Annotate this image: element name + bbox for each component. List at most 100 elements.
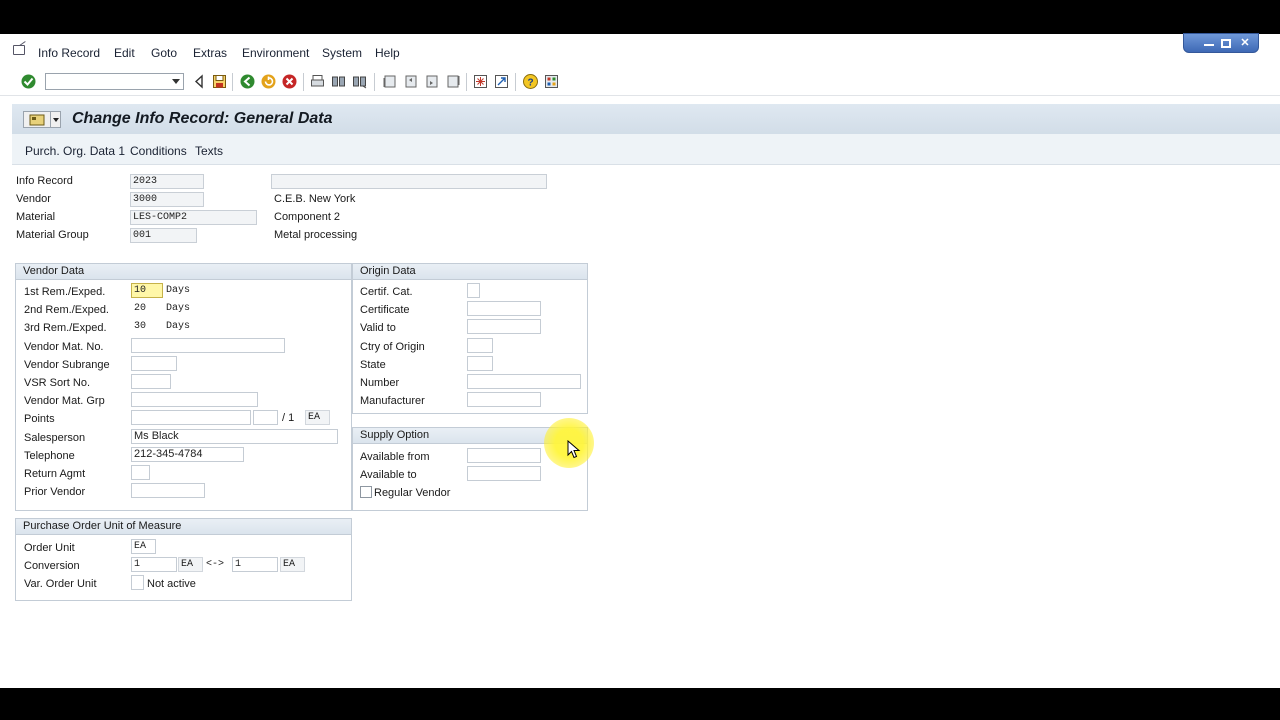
origin-data-header: Origin Data xyxy=(353,264,587,280)
cancel-icon[interactable] xyxy=(282,74,297,89)
rem1-field[interactable]: 10 xyxy=(131,283,163,298)
prior-vendor-field[interactable] xyxy=(131,483,205,498)
conditions-button[interactable]: Conditions xyxy=(130,144,187,158)
vendor-mat-no-field[interactable] xyxy=(131,338,285,353)
points-per-quantity: / 1 xyxy=(282,412,295,424)
manufacturer-field[interactable] xyxy=(467,392,541,407)
menu-environment[interactable]: Environment xyxy=(242,46,309,60)
available-to-field[interactable] xyxy=(467,466,541,481)
enter-icon[interactable] xyxy=(21,74,36,89)
rem1-unit: Days xyxy=(166,285,191,296)
first-page-icon[interactable] xyxy=(382,74,397,89)
find-icon[interactable] xyxy=(331,74,346,89)
command-field[interactable] xyxy=(45,73,184,90)
restore-icon[interactable] xyxy=(1221,39,1231,48)
salesperson-field[interactable]: Ms Black xyxy=(131,429,338,444)
material-group-label: Material Group xyxy=(16,229,89,241)
green-back-icon[interactable] xyxy=(240,74,255,89)
order-unit-field[interactable]: EA xyxy=(131,539,156,554)
customize-layout-icon[interactable] xyxy=(544,74,559,89)
rem3-label: 3rd Rem./Exped. xyxy=(24,322,107,334)
screen-title-bar: Change Info Record: General Data xyxy=(12,104,1280,134)
previous-page-icon[interactable] xyxy=(403,74,418,89)
ctry-of-origin-label: Ctry of Origin xyxy=(360,341,425,353)
info-record-description-field xyxy=(271,174,547,189)
vsr-sort-no-field[interactable] xyxy=(131,374,171,389)
ctry-of-origin-field[interactable] xyxy=(467,338,493,353)
last-page-icon[interactable] xyxy=(445,74,460,89)
order-unit-label: Order Unit xyxy=(24,542,75,554)
number-field[interactable] xyxy=(467,374,581,389)
vsr-sort-no-label: VSR Sort No. xyxy=(24,377,91,389)
back-arrow-icon[interactable] xyxy=(192,74,207,89)
page-title: Change Info Record: General Data xyxy=(72,110,333,127)
menu-info-record[interactable]: Info Record xyxy=(38,46,100,60)
valid-to-field[interactable] xyxy=(467,319,541,334)
certif-cat-field[interactable] xyxy=(467,283,480,298)
minimize-icon[interactable] xyxy=(1204,37,1214,46)
close-icon[interactable]: ✕ xyxy=(1239,38,1251,49)
points-unit: EA xyxy=(305,410,330,425)
toolbar-separator xyxy=(232,73,233,91)
toolbar-separator xyxy=(466,73,467,91)
conversion-denominator-field[interactable]: 1 xyxy=(232,557,278,572)
menu-extras[interactable]: Extras xyxy=(193,46,227,60)
conversion-base-unit: EA xyxy=(280,557,305,572)
menu-help[interactable]: Help xyxy=(375,46,400,60)
menu-goto[interactable]: Goto xyxy=(151,46,177,60)
var-order-unit-field[interactable] xyxy=(131,575,144,590)
rem3-field[interactable]: 30 xyxy=(131,319,163,334)
regular-vendor-checkbox[interactable] xyxy=(360,486,372,498)
rem2-unit: Days xyxy=(166,303,191,314)
manufacturer-label: Manufacturer xyxy=(360,395,425,407)
points-field[interactable] xyxy=(131,410,251,425)
points-label: Points xyxy=(24,413,55,425)
valid-to-label: Valid to xyxy=(360,322,396,334)
svg-text:?: ? xyxy=(527,78,533,89)
print-icon[interactable] xyxy=(310,74,325,89)
conversion-label: Conversion xyxy=(24,560,80,572)
vendor-mat-grp-field[interactable] xyxy=(131,392,258,407)
vendor-data-header: Vendor Data xyxy=(16,264,351,280)
window-controls: ✕ xyxy=(1183,33,1259,53)
available-from-label: Available from xyxy=(360,451,430,463)
next-page-icon[interactable] xyxy=(424,74,439,89)
vendor-subrange-field[interactable] xyxy=(131,356,177,371)
material-field: LES-COMP2 xyxy=(130,210,257,225)
help-icon[interactable]: ? xyxy=(523,74,538,89)
rem2-label: 2nd Rem./Exped. xyxy=(24,304,109,316)
available-from-field[interactable] xyxy=(467,448,541,463)
application-toolbar: Purch. Org. Data 1 Conditions Texts xyxy=(12,134,1280,165)
exit-icon[interactable] xyxy=(261,74,276,89)
salesperson-label: Salesperson xyxy=(24,432,86,444)
return-agmt-field[interactable] xyxy=(131,465,150,480)
system-menu-icon[interactable] xyxy=(13,45,25,55)
create-session-icon[interactable] xyxy=(473,74,488,89)
gui-options-icon[interactable] xyxy=(23,111,61,128)
state-field[interactable] xyxy=(467,356,493,371)
telephone-field[interactable]: 212-345-4784 xyxy=(131,447,244,462)
video-letterbox-top xyxy=(0,0,1280,34)
chevron-down-icon[interactable] xyxy=(172,79,180,84)
certif-cat-label: Certif. Cat. xyxy=(360,286,413,298)
conversion-numerator-field[interactable]: 1 xyxy=(131,557,177,572)
state-label: State xyxy=(360,359,386,371)
rem3-unit: Days xyxy=(166,321,191,332)
find-next-icon[interactable] xyxy=(352,74,367,89)
shortcut-icon[interactable] xyxy=(494,74,509,89)
standard-toolbar: ? xyxy=(0,66,1280,96)
certificate-field[interactable] xyxy=(467,301,541,316)
number-label: Number xyxy=(360,377,400,389)
menu-system[interactable]: System xyxy=(322,46,362,60)
save-icon[interactable] xyxy=(212,74,227,89)
purch-org-data-button[interactable]: Purch. Org. Data 1 xyxy=(25,144,125,158)
vendor-name: C.E.B. New York xyxy=(274,193,356,205)
rem2-field[interactable]: 20 xyxy=(131,301,163,316)
texts-button[interactable]: Texts xyxy=(195,144,223,158)
main-content: Info Record 2023 Vendor 3000 C.E.B. New … xyxy=(12,165,1280,688)
points-per-field[interactable] xyxy=(253,410,278,425)
vendor-subrange-label: Vendor Subrange xyxy=(24,359,110,371)
menu-edit[interactable]: Edit xyxy=(114,46,135,60)
po-unit-group: Purchase Order Unit of Measure Order Uni… xyxy=(15,518,352,601)
material-label: Material xyxy=(16,211,56,223)
